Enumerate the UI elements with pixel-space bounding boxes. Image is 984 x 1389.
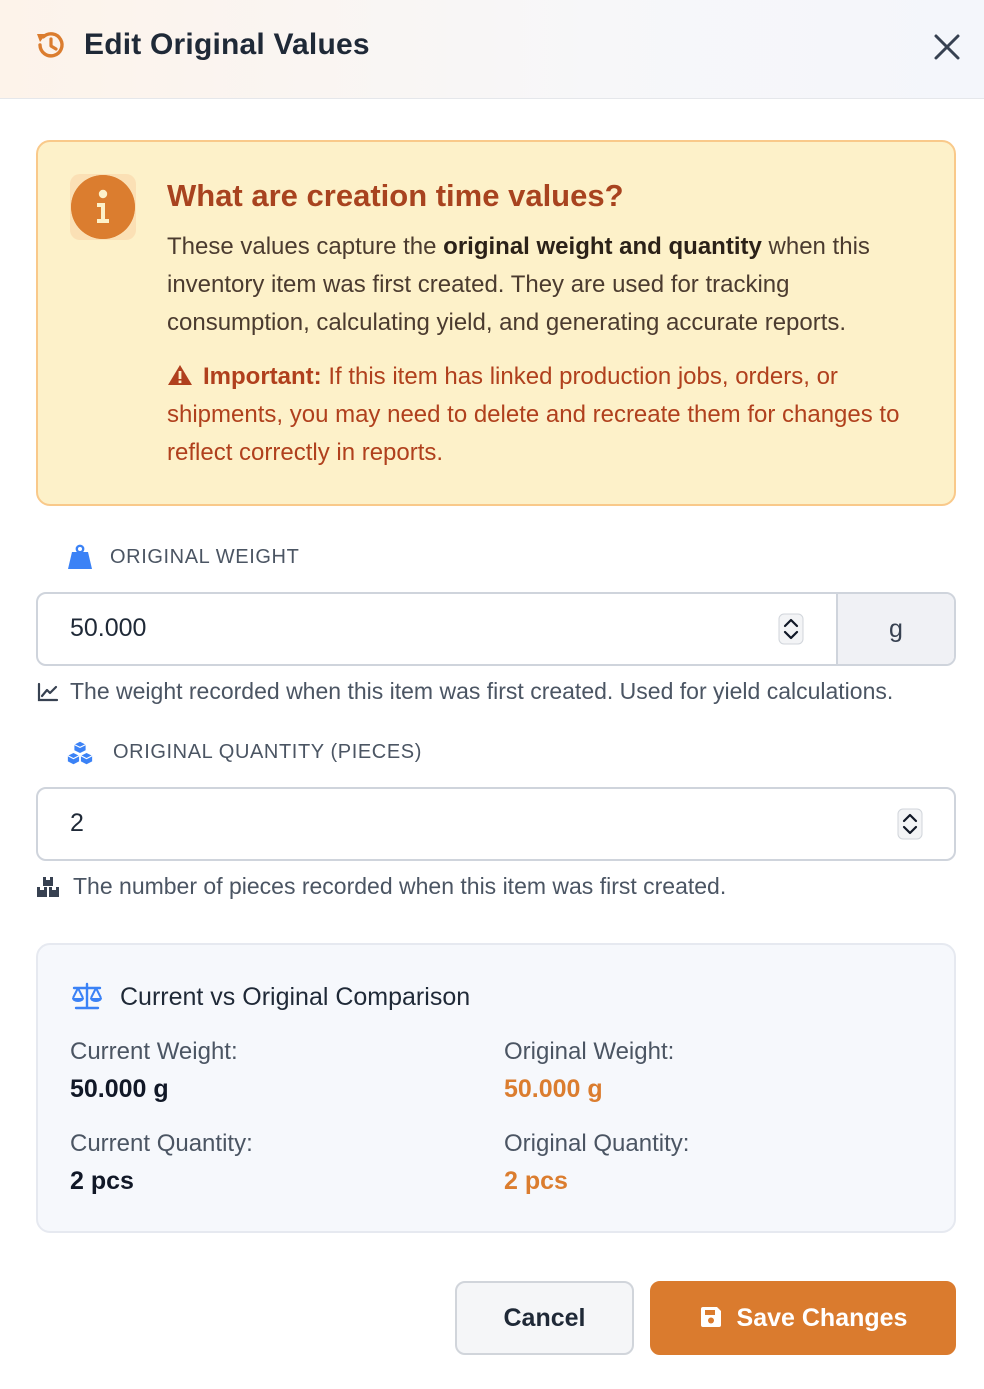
info-heading: What are creation time values? — [167, 178, 624, 213]
stepper-icon[interactable] — [778, 613, 804, 645]
weight-label: ORIGINAL WEIGHT — [110, 546, 300, 568]
weight-icon — [68, 544, 92, 569]
original-weight-label: Original Weight: — [504, 1038, 675, 1065]
close-icon[interactable] — [928, 28, 966, 66]
comparison-title: Current vs Original Comparison — [120, 983, 471, 1011]
weight-input[interactable]: 50.000 g — [36, 592, 956, 666]
stepper-icon[interactable] — [897, 808, 923, 840]
quantity-value: 2 — [70, 809, 84, 837]
balance-scale-icon — [72, 982, 102, 1010]
quantity-hint: The number of pieces recorded when this … — [73, 873, 727, 899]
cubes-icon — [67, 741, 93, 765]
info-callout: What are creation time values? These val… — [36, 140, 956, 506]
cancel-button[interactable]: Cancel — [455, 1281, 634, 1355]
current-quantity-value: 2 pcs — [70, 1167, 134, 1195]
current-weight-value: 50.000 g — [70, 1075, 169, 1103]
original-quantity-value: 2 pcs — [504, 1167, 568, 1195]
chart-line-icon — [37, 682, 59, 702]
info-warning: Important: If this item has linked produ… — [167, 363, 900, 466]
dialog-title: Edit Original Values — [84, 28, 370, 61]
warning-triangle-icon — [168, 365, 192, 385]
save-button[interactable]: Save Changes — [650, 1281, 956, 1355]
quantity-input[interactable]: 2 — [36, 787, 956, 861]
quantity-label: ORIGINAL QUANTITY (PIECES) — [113, 741, 422, 763]
original-quantity-label: Original Quantity: — [504, 1130, 690, 1157]
boxes-icon — [37, 877, 59, 897]
save-button-label: Save Changes — [736, 1304, 908, 1332]
comparison-panel: Current vs Original Comparison Current W… — [36, 943, 956, 1233]
info-bold-text: original weight and quantity — [443, 233, 762, 260]
current-quantity-label: Current Quantity: — [70, 1130, 253, 1157]
dialog-header: Edit Original Values — [0, 0, 984, 99]
floppy-disk-icon — [700, 1307, 721, 1327]
info-description: These values capture the original weight… — [167, 233, 870, 336]
info-icon — [71, 175, 135, 239]
weight-unit: g — [836, 594, 954, 664]
original-weight-value: 50.000 g — [504, 1075, 603, 1103]
history-icon — [37, 32, 64, 58]
weight-hint: The weight recorded when this item was f… — [70, 678, 894, 704]
info-badge — [70, 174, 136, 240]
warning-label: Important: — [203, 363, 322, 390]
current-weight-label: Current Weight: — [70, 1038, 238, 1065]
weight-value: 50.000 — [70, 614, 147, 642]
